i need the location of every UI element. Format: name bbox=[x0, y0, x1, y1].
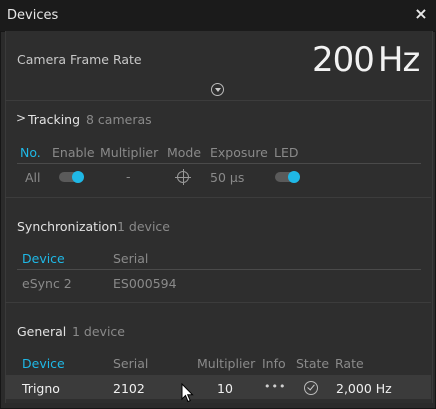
col-header-multiplier[interactable]: Multiplier bbox=[100, 145, 158, 160]
rate-number: 200 bbox=[312, 40, 375, 80]
section-divider bbox=[5, 302, 431, 303]
col-header-no[interactable]: No. bbox=[20, 145, 41, 160]
tracking-section-title[interactable]: Tracking bbox=[28, 112, 80, 127]
window-title: Devices bbox=[7, 8, 59, 23]
rate-unit: Hz bbox=[377, 40, 420, 80]
col-header-enable[interactable]: Enable bbox=[52, 145, 95, 160]
section-divider bbox=[5, 100, 431, 101]
led-toggle[interactable] bbox=[275, 171, 300, 183]
general-col-header-info[interactable]: Info bbox=[262, 356, 286, 371]
general-col-header-device[interactable]: Device bbox=[22, 356, 65, 371]
col-header-led[interactable]: LED bbox=[274, 145, 299, 160]
general-row-rate[interactable]: 2,000 Hz bbox=[336, 381, 392, 396]
general-row-multiplier[interactable]: 10 bbox=[217, 381, 233, 396]
crosshair-icon[interactable] bbox=[175, 169, 191, 185]
sync-section-title[interactable]: Synchronization bbox=[17, 219, 117, 234]
header-underline bbox=[17, 269, 421, 270]
general-col-header-rate[interactable]: Rate bbox=[335, 356, 364, 371]
general-col-header-state[interactable]: State bbox=[296, 356, 329, 371]
close-icon[interactable]: × bbox=[412, 5, 430, 23]
general-device-count: 1 device bbox=[72, 324, 125, 339]
tracking-row-multiplier: - bbox=[126, 169, 131, 184]
chevron-right-icon[interactable]: > bbox=[16, 111, 26, 125]
sync-col-header-serial[interactable]: Serial bbox=[113, 251, 148, 266]
general-section-title[interactable]: General bbox=[17, 324, 66, 339]
more-options-icon[interactable]: ••• bbox=[264, 380, 286, 393]
sync-row-serial: ES000594 bbox=[113, 276, 177, 291]
general-col-header-serial[interactable]: Serial bbox=[113, 356, 148, 371]
tracking-row-no: All bbox=[25, 170, 41, 185]
camera-frame-rate-label: Camera Frame Rate bbox=[17, 52, 142, 67]
tracking-row-exposure[interactable]: 50 µs bbox=[210, 170, 244, 185]
enable-toggle[interactable] bbox=[59, 171, 84, 183]
col-header-exposure[interactable]: Exposure bbox=[210, 145, 268, 160]
header-underline bbox=[17, 163, 421, 164]
col-header-mode[interactable]: Mode bbox=[167, 145, 201, 160]
camera-frame-rate-value[interactable]: 200 Hz bbox=[312, 40, 420, 80]
general-col-header-multiplier[interactable]: Multiplier bbox=[197, 356, 255, 371]
sync-device-count: 1 device bbox=[117, 219, 170, 234]
sync-row-device[interactable]: eSync 2 bbox=[22, 276, 72, 291]
mouse-cursor-icon bbox=[181, 383, 194, 403]
title-bar: Devices × bbox=[0, 0, 436, 32]
section-divider bbox=[5, 197, 431, 198]
sync-col-header-device[interactable]: Device bbox=[22, 251, 65, 266]
general-row-device[interactable]: Trigno bbox=[22, 381, 60, 396]
tracking-camera-count: 8 cameras bbox=[86, 112, 152, 127]
state-check-icon bbox=[304, 381, 318, 395]
general-row-serial: 2102 bbox=[113, 381, 145, 396]
expand-down-icon[interactable] bbox=[211, 83, 224, 96]
